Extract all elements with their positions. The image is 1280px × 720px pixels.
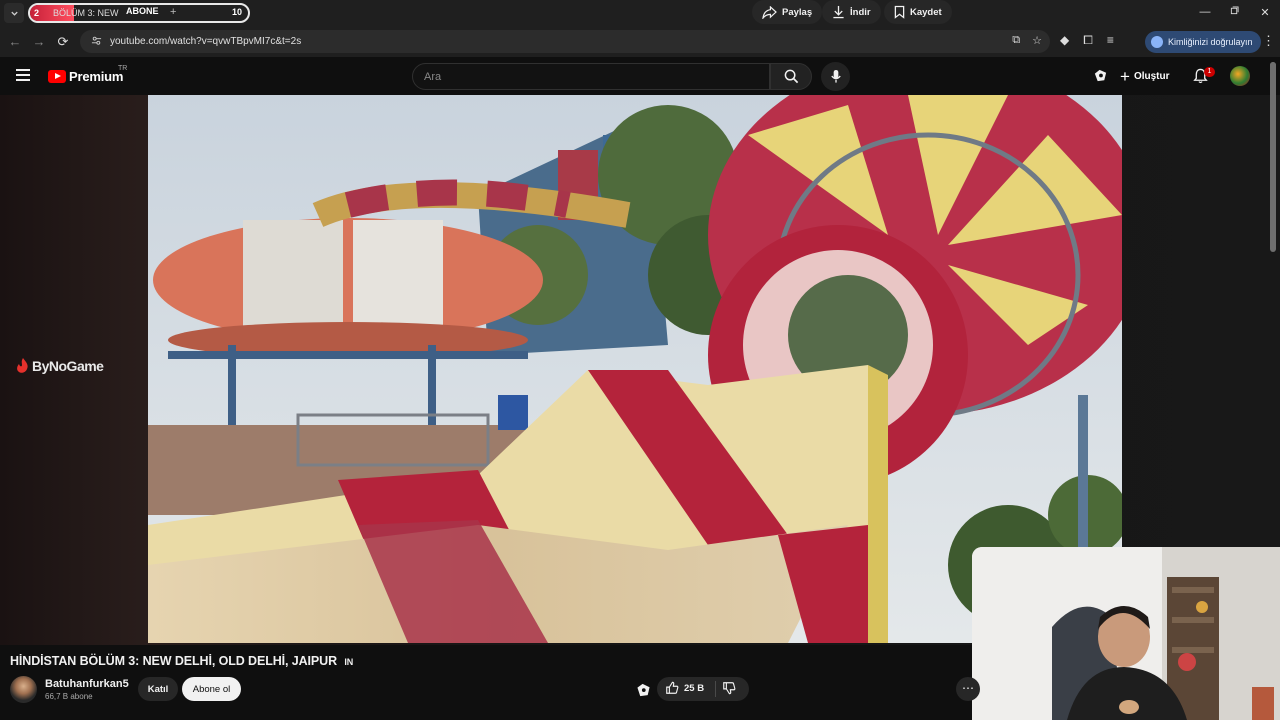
- notification-count-badge: 1: [1204, 67, 1215, 77]
- download-label: İndir: [850, 6, 871, 18]
- channel-name[interactable]: Batuhanfurkan5: [45, 678, 129, 690]
- join-label: Katıl: [147, 683, 169, 695]
- extensions-puzzle-icon[interactable]: ⧠: [1083, 33, 1093, 48]
- profile-icon: [1151, 36, 1163, 48]
- channel-avatar[interactable]: [10, 676, 37, 703]
- subscribe-button[interactable]: Abone ol: [182, 677, 241, 701]
- dislike-button[interactable]: [722, 681, 736, 700]
- join-button[interactable]: Katıl: [138, 677, 178, 701]
- bookmark-star-icon[interactable]: ☆: [1032, 34, 1042, 47]
- bookmark-icon: [894, 5, 905, 19]
- tab-number: 2: [34, 8, 40, 18]
- webcam-frame: [972, 547, 1280, 720]
- create-label: Oluştur: [1133, 70, 1170, 82]
- share-icon: [762, 5, 777, 19]
- minimize-icon[interactable]: —: [1198, 6, 1212, 18]
- search-input[interactable]: Ara: [412, 63, 770, 90]
- forward-icon[interactable]: →: [27, 30, 51, 54]
- address-bar[interactable]: youtube.com/watch?v=qvwTBpvMI7c&t=2s ⧉ ☆: [80, 30, 1050, 53]
- youtube-play-icon: [48, 70, 66, 83]
- video-title-text: HİNDİSTAN BÖLÜM 3: NEW DELHİ, OLD DELHİ,…: [10, 654, 338, 668]
- download-icon: [833, 5, 844, 19]
- streamer-webcam-overlay: [972, 547, 1280, 720]
- bynogame-watermark: ByNoGame: [16, 358, 104, 374]
- extension-icons: ◆ ⧠ ≡: [1060, 33, 1114, 48]
- url-text: youtube.com/watch?v=qvwTBpvMI7c&t=2s: [110, 36, 302, 47]
- like-dislike-group: 25 B: [657, 677, 749, 701]
- search-icon: [784, 69, 798, 84]
- country-badge: IN: [344, 657, 354, 667]
- tab-counter: 10: [231, 7, 242, 17]
- save-button[interactable]: Kaydet: [884, 0, 952, 24]
- create-button[interactable]: + Oluştur: [1120, 65, 1170, 87]
- verify-identity-label: Kimliğinizi doğrulayın: [1168, 37, 1253, 47]
- back-icon[interactable]: ←: [3, 30, 27, 54]
- close-icon[interactable]: ✕: [1258, 6, 1272, 19]
- microphone-icon: [830, 69, 841, 83]
- gamepad-icon[interactable]: [1093, 68, 1108, 83]
- account-avatar[interactable]: [1230, 66, 1250, 86]
- browser-tab-bar: 2 BÖLÜM 3: NEW ABONE + 10 — ✕: [0, 0, 1280, 26]
- search-placeholder: Ara: [424, 71, 442, 83]
- voice-search-button[interactable]: [821, 62, 850, 91]
- reading-list-icon[interactable]: ≡: [1107, 33, 1114, 48]
- subscribe-label: Abone ol: [192, 683, 231, 695]
- bynogame-text: ByNoGame: [32, 358, 104, 374]
- share-label: Paylaş: [782, 6, 813, 18]
- bynogame-logo-icon: [17, 358, 28, 373]
- verify-identity-button[interactable]: Kimliğinizi doğrulayın: [1145, 31, 1261, 53]
- plus-icon: +: [1120, 66, 1130, 86]
- browser-tab-active[interactable]: 2 BÖLÜM 3: NEW ABONE + 10: [28, 3, 250, 23]
- like-button[interactable]: 25 B: [665, 681, 704, 695]
- tab-search-button[interactable]: [4, 3, 24, 23]
- thumbs-up-icon: [666, 681, 679, 694]
- extension-icon[interactable]: ◆: [1060, 33, 1069, 48]
- youtube-header: Premium TR Ara + Oluştur 1: [0, 57, 1280, 95]
- video-title: HİNDİSTAN BÖLÜM 3: NEW DELHİ, OLD DELHİ,…: [10, 654, 353, 668]
- like-divider: [715, 681, 716, 697]
- site-info-icon[interactable]: [86, 35, 106, 49]
- thumbs-down-icon: [723, 682, 736, 695]
- chevron-down-icon: [10, 11, 18, 16]
- reload-icon[interactable]: ⟳: [51, 30, 75, 54]
- gamepad-action-icon[interactable]: [636, 683, 651, 697]
- download-button[interactable]: İndir: [822, 0, 881, 24]
- page-scrollbar-thumb[interactable]: [1270, 62, 1276, 252]
- search-button[interactable]: [770, 63, 812, 90]
- save-label: Kaydet: [910, 6, 942, 18]
- more-actions-icon[interactable]: ⋯: [956, 677, 980, 701]
- like-count: 25 B: [684, 682, 705, 694]
- restore-icon[interactable]: [1227, 6, 1241, 18]
- tab-subscribe-overlay: ABONE: [126, 6, 159, 16]
- hamburger-menu-icon[interactable]: [16, 69, 30, 81]
- subscriber-count: 66,7 B abone: [45, 692, 93, 701]
- cast-icon[interactable]: ⧉: [1012, 34, 1020, 47]
- new-tab-icon[interactable]: +: [170, 6, 176, 18]
- tab-title: BÖLÜM 3: NEW: [53, 8, 119, 18]
- share-button[interactable]: Paylaş: [752, 0, 823, 24]
- browser-menu-icon[interactable]: ⋮: [1262, 33, 1275, 49]
- logo-text: Premium: [69, 69, 124, 84]
- region-code: TR: [118, 65, 128, 72]
- youtube-premium-logo[interactable]: Premium: [48, 69, 123, 84]
